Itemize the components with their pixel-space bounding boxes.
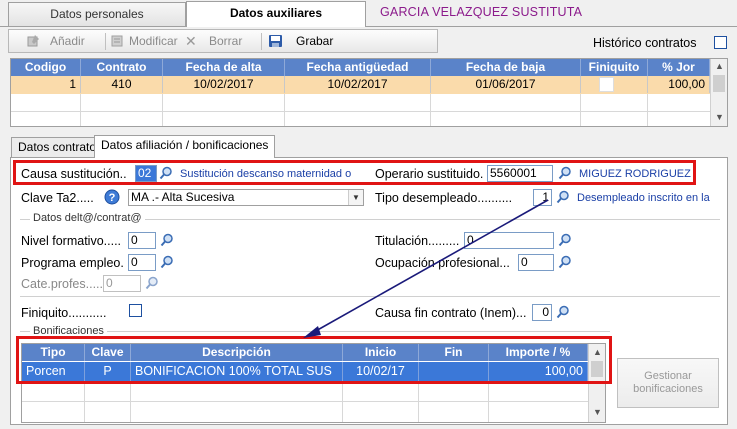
scroll-thumb[interactable]: [713, 75, 725, 92]
grid-column-line: [488, 381, 489, 422]
finiquito-label: Finiquito...........: [21, 306, 107, 320]
grid-column-line: [580, 94, 581, 126]
gestionar-bonificaciones-button[interactable]: Gestionar bonificaciones: [617, 358, 719, 408]
bonificaciones-highlight-box: [16, 336, 612, 384]
grid-line: [11, 111, 710, 112]
causa-fin-contrato-label: Causa fin contrato (Inem)...: [375, 306, 527, 320]
column-header[interactable]: Finiquito: [581, 59, 648, 76]
causa-fin-contrato-input[interactable]: 0: [532, 304, 552, 321]
tab-baseline: [0, 26, 737, 27]
svg-text:?: ?: [109, 192, 116, 204]
titulacion-label: Titulación.........: [375, 234, 460, 248]
column-header[interactable]: Fecha de baja: [431, 59, 581, 76]
add-icon: [27, 35, 39, 47]
column-header[interactable]: % Jor: [648, 59, 710, 76]
causa-highlight-box: [13, 160, 696, 185]
scroll-up-icon[interactable]: ▲: [715, 61, 724, 71]
finiquito-checkbox[interactable]: [129, 304, 142, 317]
column-header[interactable]: Contrato: [81, 59, 163, 76]
search-icon[interactable]: [556, 305, 570, 319]
group-title: Datos delt@/contrat@: [30, 212, 145, 224]
grid-column-line: [418, 381, 419, 422]
tab-datos-personales[interactable]: Datos personales: [8, 2, 186, 26]
cell-contrato: 410: [81, 76, 163, 93]
grid-line: [22, 401, 588, 402]
toolbar-separator: [261, 33, 262, 50]
nivel-formativo-label: Nivel formativo.....: [21, 234, 122, 248]
search-icon[interactable]: [145, 276, 159, 290]
cate-profes-label: Cate.profes.....: [21, 277, 103, 291]
column-header[interactable]: Fecha antigüedad: [285, 59, 431, 76]
grid-column-line: [84, 381, 85, 422]
person-name: GARCIA VELAZQUEZ SUSTITUTA: [380, 5, 583, 19]
grid-column-line: [130, 381, 131, 422]
delete-button[interactable]: Borrar: [209, 30, 242, 52]
grid-column-line: [162, 94, 163, 126]
finiquito-checkbox[interactable]: [599, 77, 614, 92]
group-divider: [20, 296, 720, 297]
chevron-down-icon[interactable]: ▼: [348, 190, 363, 205]
search-icon[interactable]: [556, 190, 570, 204]
add-button[interactable]: Añadir: [50, 30, 85, 52]
grid-column-line: [342, 381, 343, 422]
cell-fecha-baja: 01/06/2017: [431, 76, 581, 93]
scroll-down-icon[interactable]: ▼: [593, 407, 602, 417]
clave-ta2-label: Clave Ta2.....: [21, 191, 94, 205]
search-icon[interactable]: [558, 233, 572, 247]
contracts-scrollbar[interactable]: ▲ ▼: [710, 59, 727, 126]
tipo-desempleado-desc: Desempleado inscrito en la: [577, 192, 710, 204]
cell-finiquito: [581, 76, 648, 93]
table-row[interactable]: 1 410 10/02/2017 10/02/2017 01/06/2017 1…: [11, 76, 710, 94]
grid-column-line: [284, 94, 285, 126]
historico-contratos-label: Histórico contratos: [593, 36, 697, 50]
cell-fecha-alta: 10/02/2017: [163, 76, 285, 93]
grid-column-line: [80, 94, 81, 126]
help-icon[interactable]: ?: [104, 189, 120, 205]
historico-contratos-checkbox[interactable]: [714, 36, 727, 49]
nivel-formativo-input[interactable]: 0: [128, 232, 156, 249]
contracts-grid: Codigo Contrato Fecha de alta Fecha anti…: [10, 58, 728, 127]
save-icon: [269, 35, 282, 47]
ocupacion-profesional-input[interactable]: 0: [518, 254, 554, 271]
tipo-desempleado-input[interactable]: 1: [533, 189, 552, 206]
column-header[interactable]: Codigo: [11, 59, 81, 76]
cell-jor: 100,00: [648, 76, 710, 93]
modify-button[interactable]: Modificar: [129, 30, 178, 52]
scroll-down-icon[interactable]: ▼: [715, 112, 724, 122]
group-divider: [20, 331, 610, 332]
ocupacion-profesional-label: Ocupación profesional...: [375, 256, 510, 270]
toolbar-separator: [105, 33, 106, 50]
cell-fecha-antiguedad: 10/02/2017: [285, 76, 431, 93]
save-button[interactable]: Grabar: [296, 30, 333, 52]
search-icon[interactable]: [160, 255, 174, 269]
column-header[interactable]: Fecha de alta: [163, 59, 285, 76]
clave-ta2-select[interactable]: MA .- Alta Sucesiva: [128, 189, 364, 206]
programa-empleo-label: Programa empleo.: [21, 256, 124, 270]
search-icon[interactable]: [160, 233, 174, 247]
grid-column-line: [647, 94, 648, 126]
cate-profes-input[interactable]: 0: [103, 275, 141, 292]
search-icon[interactable]: [558, 255, 572, 269]
grid-column-line: [430, 94, 431, 126]
cell-codigo: 1: [11, 76, 81, 93]
tab-datos-afiliacion[interactable]: Datos afiliación / bonificaciones: [94, 135, 276, 158]
tipo-desempleado-label: Tipo desempleado..........: [375, 191, 513, 205]
tab-datos-contrato[interactable]: Datos contrato: [11, 137, 104, 157]
titulacion-input[interactable]: 0: [464, 232, 554, 249]
programa-empleo-input[interactable]: 0: [128, 254, 156, 271]
edit-icon: [111, 35, 123, 47]
close-icon: ✕: [185, 33, 197, 49]
tab-datos-auxiliares[interactable]: Datos auxiliares: [186, 1, 366, 27]
toolbar: Añadir Modificar ✕ Borrar Grabar: [8, 29, 438, 53]
